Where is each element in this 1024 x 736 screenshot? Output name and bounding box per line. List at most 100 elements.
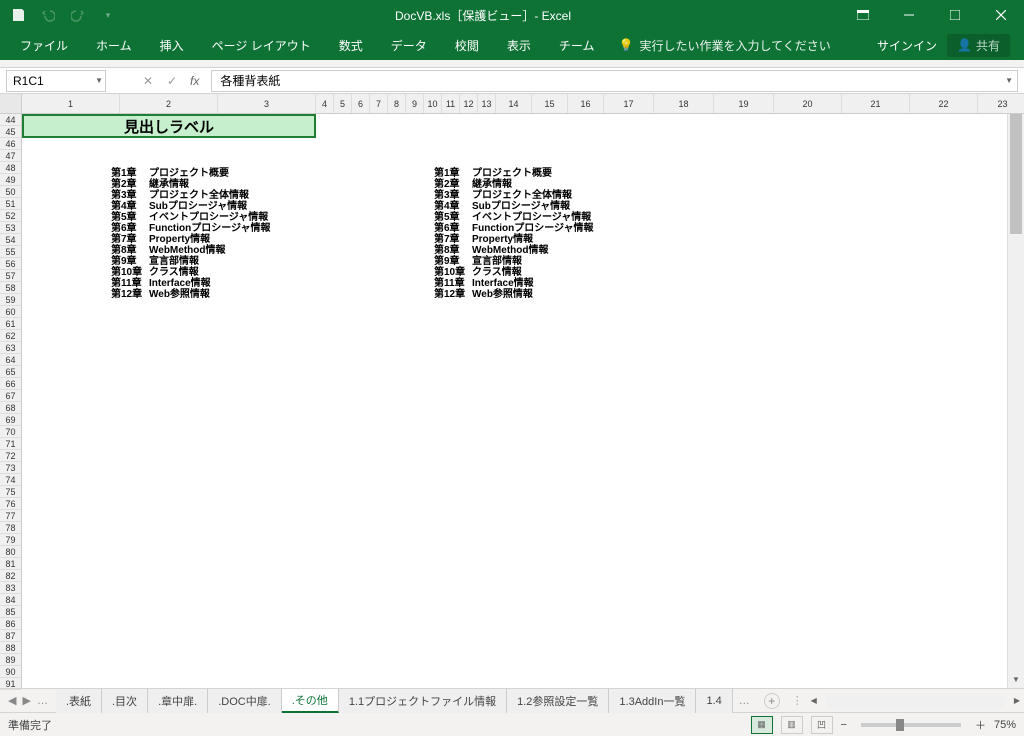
row-header[interactable]: 91 bbox=[0, 678, 21, 690]
row-header[interactable]: 70 bbox=[0, 426, 21, 438]
maximize-icon[interactable] bbox=[932, 0, 978, 30]
row-header[interactable]: 53 bbox=[0, 222, 21, 234]
formula-input[interactable]: 各種背表紙 ▼ bbox=[211, 70, 1018, 92]
toc-item[interactable]: 第8章WebMethod情報 bbox=[434, 245, 594, 256]
toc-item[interactable]: 第3章プロジェクト全体情報 bbox=[111, 190, 271, 201]
column-header[interactable]: 20 bbox=[774, 94, 842, 113]
hscroll-right-icon[interactable]: ▶ bbox=[1010, 696, 1024, 705]
enter-formula-icon[interactable]: ✓ bbox=[160, 74, 184, 88]
toc-item[interactable]: 第10章クラス情報 bbox=[111, 267, 271, 278]
row-header[interactable]: 76 bbox=[0, 498, 21, 510]
row-header[interactable]: 90 bbox=[0, 666, 21, 678]
sheet-tab[interactable]: 1.1プロジェクトファイル情報 bbox=[339, 689, 507, 713]
horizontal-scrollbar[interactable] bbox=[827, 694, 1004, 708]
tab-insert[interactable]: 挿入 bbox=[146, 30, 198, 60]
ribbon-display-icon[interactable] bbox=[840, 0, 886, 30]
toc-item[interactable]: 第3章プロジェクト全体情報 bbox=[434, 190, 594, 201]
row-header[interactable]: 79 bbox=[0, 534, 21, 546]
row-header[interactable]: 83 bbox=[0, 582, 21, 594]
column-header[interactable]: 1 bbox=[22, 94, 120, 113]
tab-review[interactable]: 校閲 bbox=[441, 30, 493, 60]
row-header[interactable]: 64 bbox=[0, 354, 21, 366]
row-header[interactable]: 81 bbox=[0, 558, 21, 570]
column-header[interactable]: 10 bbox=[424, 94, 442, 113]
column-header[interactable]: 12 bbox=[460, 94, 478, 113]
sheet-tab[interactable]: .目次 bbox=[102, 689, 148, 713]
toc-item[interactable]: 第6章Functionプロシージャ情報 bbox=[434, 223, 594, 234]
sheet-nav-more[interactable]: … bbox=[37, 695, 48, 707]
row-header[interactable]: 52 bbox=[0, 210, 21, 222]
tab-view[interactable]: 表示 bbox=[493, 30, 545, 60]
toc-item[interactable]: 第9章宣言部情報 bbox=[434, 256, 594, 267]
sheet-tab[interactable]: 1.4 bbox=[696, 689, 732, 713]
row-header[interactable]: 58 bbox=[0, 282, 21, 294]
toc-item[interactable]: 第9章宣言部情報 bbox=[111, 256, 271, 267]
column-header[interactable]: 23 bbox=[978, 94, 1024, 113]
toc-item[interactable]: 第12章Web参照情報 bbox=[111, 289, 271, 300]
row-header[interactable]: 61 bbox=[0, 318, 21, 330]
row-header[interactable]: 56 bbox=[0, 258, 21, 270]
column-header[interactable]: 2 bbox=[120, 94, 218, 113]
qat-customize-icon[interactable]: ▾ bbox=[100, 7, 116, 23]
sign-in-link[interactable]: サインイン bbox=[877, 37, 937, 54]
toc-item[interactable]: 第7章Property情報 bbox=[111, 234, 271, 245]
toc-item[interactable]: 第5章イベントプロシージャ情報 bbox=[434, 212, 594, 223]
toc-item[interactable]: 第7章Property情報 bbox=[434, 234, 594, 245]
row-header[interactable]: 67 bbox=[0, 390, 21, 402]
redo-icon[interactable] bbox=[70, 7, 86, 23]
sheet-nav-more2[interactable]: … bbox=[733, 695, 756, 707]
row-header[interactable]: 77 bbox=[0, 510, 21, 522]
zoom-in-button[interactable]: ＋ bbox=[975, 717, 986, 733]
row-header[interactable]: 71 bbox=[0, 438, 21, 450]
toc-item[interactable]: 第8章WebMethod情報 bbox=[111, 245, 271, 256]
undo-icon[interactable] bbox=[40, 7, 56, 23]
row-header[interactable]: 62 bbox=[0, 330, 21, 342]
cells-grid[interactable]: 見出しラベル 第1章プロジェクト概要第2章継承情報第3章プロジェクト全体情報第4… bbox=[22, 114, 1024, 688]
toc-item[interactable]: 第4章Subプロシージャ情報 bbox=[111, 201, 271, 212]
column-header[interactable]: 9 bbox=[406, 94, 424, 113]
row-header[interactable]: 63 bbox=[0, 342, 21, 354]
zoom-slider[interactable] bbox=[861, 723, 961, 727]
share-button[interactable]: 👤 共有 bbox=[947, 34, 1010, 57]
row-header[interactable]: 86 bbox=[0, 618, 21, 630]
save-icon[interactable] bbox=[10, 7, 26, 23]
row-header[interactable]: 80 bbox=[0, 546, 21, 558]
sheet-nav-next-icon[interactable]: ▶ bbox=[22, 694, 30, 707]
row-header[interactable]: 73 bbox=[0, 462, 21, 474]
normal-view-icon[interactable]: ▦ bbox=[751, 716, 773, 734]
column-header[interactable]: 18 bbox=[654, 94, 714, 113]
tab-data[interactable]: データ bbox=[377, 30, 441, 60]
row-header[interactable]: 75 bbox=[0, 486, 21, 498]
toc-item[interactable]: 第11章Interface情報 bbox=[111, 278, 271, 289]
row-header[interactable]: 49 bbox=[0, 174, 21, 186]
row-header[interactable]: 46 bbox=[0, 138, 21, 150]
sheet-nav-prev-icon[interactable]: ◀ bbox=[8, 694, 16, 707]
sheet-tab[interactable]: .その他 bbox=[282, 689, 339, 713]
row-header[interactable]: 55 bbox=[0, 246, 21, 258]
row-header[interactable]: 68 bbox=[0, 402, 21, 414]
tab-file[interactable]: ファイル bbox=[6, 30, 82, 60]
column-header[interactable]: 3 bbox=[218, 94, 316, 113]
tab-team[interactable]: チーム bbox=[545, 30, 609, 60]
toc-item[interactable]: 第2章継承情報 bbox=[111, 179, 271, 190]
row-header[interactable]: 72 bbox=[0, 450, 21, 462]
row-header[interactable]: 60 bbox=[0, 306, 21, 318]
toc-item[interactable]: 第1章プロジェクト概要 bbox=[434, 168, 594, 179]
toc-item[interactable]: 第5章イベントプロシージャ情報 bbox=[111, 212, 271, 223]
column-header[interactable]: 16 bbox=[568, 94, 604, 113]
row-header[interactable]: 45 bbox=[0, 126, 21, 138]
tell-me-search[interactable]: 💡 実行したい作業を入力してください bbox=[608, 37, 840, 54]
column-header[interactable]: 5 bbox=[334, 94, 352, 113]
name-box[interactable]: R1C1 ▼ bbox=[6, 70, 106, 92]
tab-formulas[interactable]: 数式 bbox=[325, 30, 377, 60]
column-header[interactable]: 4 bbox=[316, 94, 334, 113]
column-header[interactable]: 8 bbox=[388, 94, 406, 113]
sheet-tab[interactable]: .DOC中扉. bbox=[208, 689, 282, 713]
column-header[interactable]: 6 bbox=[352, 94, 370, 113]
row-header[interactable]: 89 bbox=[0, 654, 21, 666]
column-header[interactable]: 11 bbox=[442, 94, 460, 113]
row-header[interactable]: 84 bbox=[0, 594, 21, 606]
toc-item[interactable]: 第1章プロジェクト概要 bbox=[111, 168, 271, 179]
row-header[interactable]: 59 bbox=[0, 294, 21, 306]
sheet-tab[interactable]: .表紙 bbox=[56, 689, 102, 713]
